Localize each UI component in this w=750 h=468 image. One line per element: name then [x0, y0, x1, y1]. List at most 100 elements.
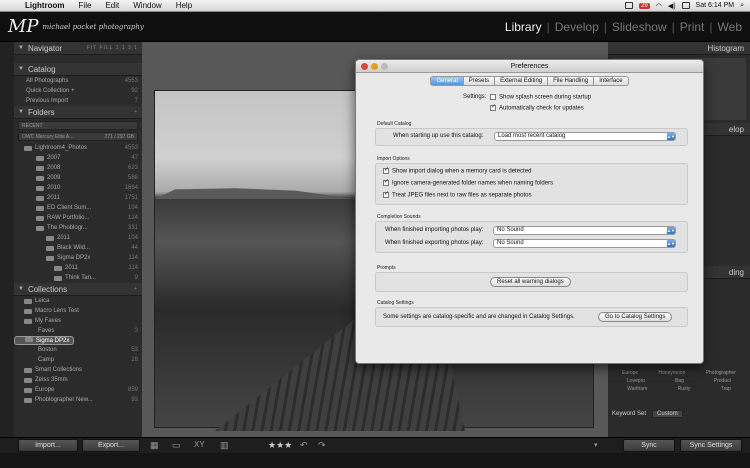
wifi-icon[interactable]: ◠ [656, 2, 662, 10]
spotlight-icon[interactable]: ⌕ [740, 2, 744, 10]
auto-check-option[interactable]: Automatically check for updates [490, 103, 584, 112]
tab-general[interactable]: General [430, 76, 464, 86]
filmstrip[interactable] [0, 453, 750, 468]
keyword[interactable]: Lovepro [627, 378, 645, 384]
folder-row[interactable]: RAW Portfolio... 124 [14, 213, 142, 223]
folder-row[interactable]: 2011 114 [14, 263, 142, 273]
menu-help[interactable]: Help [169, 1, 199, 10]
left-edge-toggle[interactable] [0, 42, 14, 452]
survey-view-icon[interactable]: ▥ [220, 440, 229, 451]
dialog-titlebar[interactable]: Preferences [356, 60, 703, 73]
catalog-item[interactable]: Previous Import 7 [14, 96, 142, 106]
show-splash-option[interactable]: Show splash screen during startup [490, 94, 591, 101]
minimize-icon[interactable] [371, 63, 378, 70]
folder-row[interactable]: ED Client Sum... 104 [14, 203, 142, 213]
collection-row[interactable]: My Faves [14, 316, 142, 326]
keyword[interactable]: Bag [675, 378, 684, 384]
catalog-header[interactable]: ▼ Catalog [14, 63, 142, 76]
zoom-icon[interactable] [381, 63, 388, 70]
reset-warnings-button[interactable]: Reset all warning dialogs [490, 277, 571, 287]
battery-icon[interactable] [681, 2, 690, 9]
tab-file-handling[interactable]: File Handling [548, 76, 595, 86]
keyword[interactable]: Europe [622, 370, 638, 376]
collection-row[interactable]: Macro Lens Test [14, 306, 142, 316]
folder-row[interactable]: 2008 623 [14, 163, 142, 173]
rotate-right-icon[interactable]: ↷ [318, 440, 326, 451]
collection-row[interactable]: Leica [14, 296, 142, 306]
mail-icon[interactable] [625, 2, 634, 9]
go-to-catalog-settings-button[interactable]: Go to Catalog Settings [598, 312, 673, 322]
tab-presets[interactable]: Presets [463, 76, 496, 86]
loupe-view-icon[interactable]: ▭ [172, 440, 181, 451]
collection-row[interactable]: Europe 859 [14, 385, 142, 395]
catalog-item[interactable]: Quick Collection +92 [14, 86, 142, 96]
module-web[interactable]: Web [718, 20, 742, 34]
sync-button[interactable]: Sync [623, 439, 675, 452]
module-slideshow[interactable]: Slideshow [612, 20, 667, 34]
folders-header[interactable]: ▼ Folders + [14, 106, 142, 119]
collection-row-selected[interactable]: Sigma DP2x [14, 336, 75, 345]
ignore-folder-names-option[interactable]: Ignore camera-generated folder names whe… [383, 178, 553, 187]
show-splash-checkbox[interactable] [490, 94, 496, 100]
add-collection-icon[interactable]: + [134, 286, 138, 292]
volume-icon[interactable]: ◀) [668, 2, 676, 10]
default-catalog-select[interactable]: Load most recent catalog ▲▼ [494, 132, 676, 141]
module-develop[interactable]: Develop [555, 20, 599, 34]
export-sound-select[interactable]: No Sound ▲▼ [493, 239, 676, 248]
grid-view-icon[interactable]: ▦ [150, 440, 159, 451]
rotate-left-icon[interactable]: ↶ [300, 440, 308, 451]
keyword[interactable]: Rusty [678, 386, 691, 392]
keyword[interactable]: Honeymoon [658, 370, 685, 376]
compare-view-icon[interactable]: XY [194, 440, 205, 449]
close-icon[interactable] [361, 63, 368, 70]
keyword[interactable]: Wartham [627, 386, 647, 392]
keyword[interactable]: Trap [721, 386, 731, 392]
zoom-options[interactable]: FIT FILL 1:1 3:1 [87, 45, 138, 51]
treat-jpeg-option[interactable]: Treat JPEG files next to raw files as se… [383, 190, 532, 199]
folder-row[interactable]: Black Wild... 44 [14, 243, 142, 253]
keyword-set-select[interactable]: Custom [652, 410, 683, 418]
folder-row[interactable]: Sigma DP2x 114 [14, 253, 142, 263]
clock[interactable]: Sat 6:14 PM [696, 2, 735, 9]
folder-row[interactable]: 2011 104 [14, 233, 142, 243]
tab-external-editing[interactable]: External Editing [495, 76, 549, 86]
export-button[interactable]: Export... [82, 439, 140, 452]
folder-row[interactable]: Lightroom4_Photos 4553 [14, 143, 142, 153]
collection-row[interactable]: Smart Collections [14, 365, 142, 375]
sync-settings-button[interactable]: Sync Settings [680, 439, 742, 452]
import-sound-select[interactable]: No Sound ▲▼ [493, 226, 676, 235]
collections-header[interactable]: ▼ Collections + [14, 283, 142, 296]
import-dialog-checkbox[interactable] [383, 166, 389, 174]
folder-row[interactable]: 2009 588 [14, 173, 142, 183]
auto-check-checkbox[interactable] [490, 103, 496, 111]
import-button[interactable]: Import... [18, 439, 78, 452]
folder-filter[interactable]: RECENT [18, 121, 138, 130]
navigator-header[interactable]: ▼ Navigator FIT FILL 1:1 3:1 [14, 42, 142, 55]
menu-window[interactable]: Window [126, 1, 168, 10]
folder-row[interactable]: 2007 47 [14, 153, 142, 163]
folder-row[interactable]: Think Tan... 9 [14, 273, 142, 283]
menu-edit[interactable]: Edit [98, 1, 126, 10]
treat-jpeg-checkbox[interactable] [383, 190, 389, 198]
menu-file[interactable]: File [72, 1, 99, 10]
catalog-item[interactable]: All Photographs 4553 [14, 76, 142, 86]
add-folder-icon[interactable]: + [134, 109, 138, 115]
collection-row[interactable]: Camp 28 [14, 355, 142, 365]
folder-row[interactable]: The Phoblogr... 331 [14, 223, 142, 233]
keyword[interactable]: Product [714, 378, 731, 384]
keyword[interactable]: Photographer [706, 370, 736, 376]
star-rating[interactable]: ★★★ [268, 440, 292, 451]
collection-row[interactable]: Phoblographer New... 93 [14, 395, 142, 405]
menu-app[interactable]: Lightroom [18, 1, 72, 10]
tab-interface[interactable]: Interface [594, 76, 629, 86]
import-dialog-option[interactable]: Show import dialog when a memory card is… [383, 166, 531, 175]
module-print[interactable]: Print [680, 20, 705, 34]
collection-row[interactable]: Boston 53 [14, 345, 142, 355]
toolbar-menu-icon[interactable]: ▾ [594, 441, 598, 449]
collection-row[interactable]: Zeiss 35mm [14, 375, 142, 385]
folder-row[interactable]: 2010 1664 [14, 183, 142, 193]
ignore-folder-names-checkbox[interactable] [383, 178, 389, 186]
module-library[interactable]: Library [505, 20, 542, 34]
volume-bar[interactable]: OWC Mercury Elite A... 271 / 297 GB [18, 132, 138, 141]
histogram-header[interactable]: Histogram [608, 42, 750, 55]
